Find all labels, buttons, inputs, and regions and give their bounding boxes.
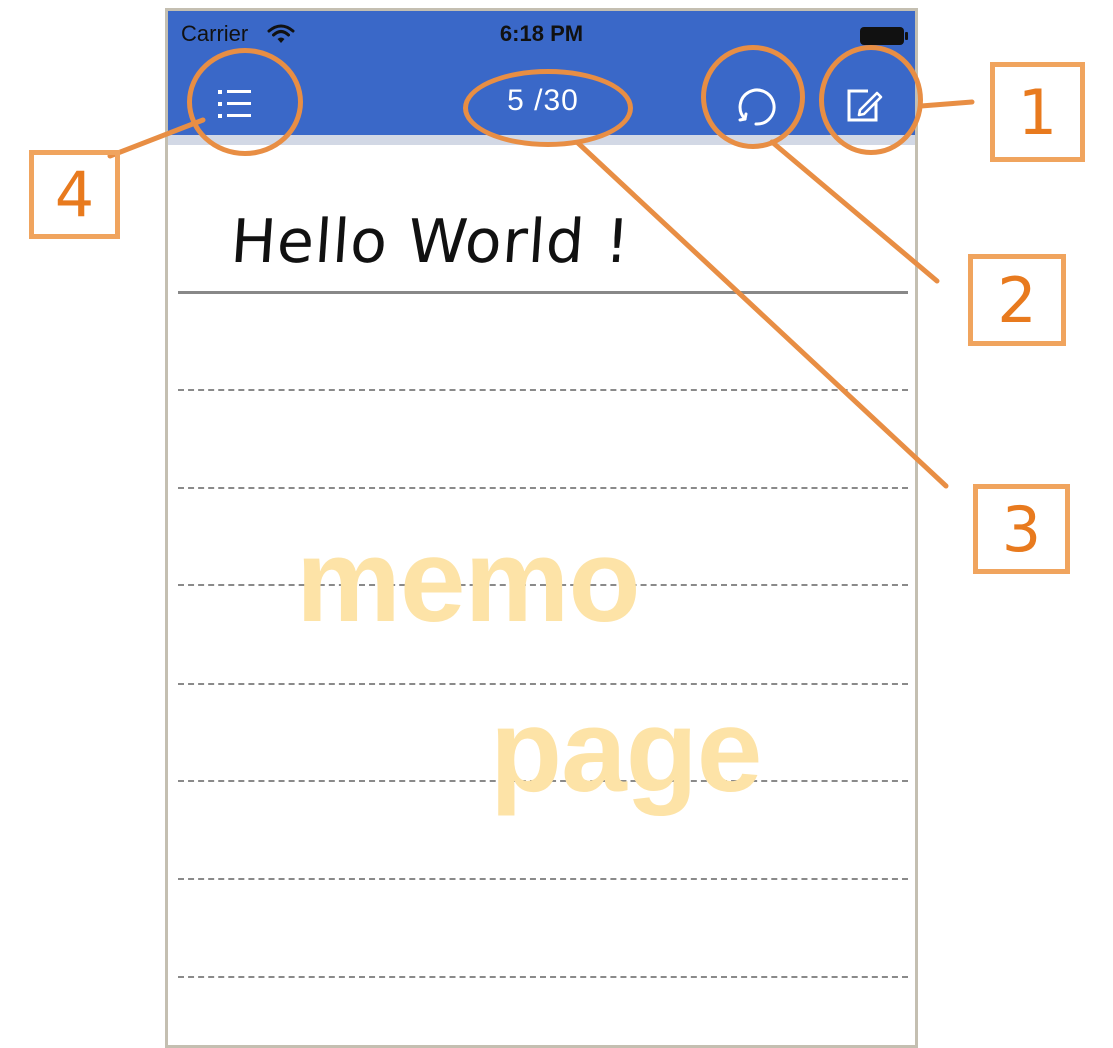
memo-page[interactable]: Hello World ! memo page bbox=[178, 145, 910, 1045]
memo-title[interactable]: Hello World ! bbox=[229, 207, 633, 277]
ruled-line bbox=[178, 878, 908, 880]
annotation-label-3: 3 bbox=[973, 484, 1070, 574]
title-underline bbox=[178, 291, 908, 294]
annotation-circle-2 bbox=[701, 45, 805, 149]
annotation-label-2: 2 bbox=[968, 254, 1066, 346]
status-bar: Carrier 6:18 PM bbox=[168, 11, 915, 57]
status-time: 6:18 PM bbox=[499, 21, 584, 46]
annotation-circle-1 bbox=[819, 45, 923, 155]
watermark-memo: memo bbox=[296, 515, 641, 647]
battery-icon bbox=[860, 27, 908, 45]
annotation-label-1: 1 bbox=[990, 62, 1085, 162]
annotation-circle-3 bbox=[463, 69, 633, 147]
ruled-line bbox=[178, 389, 908, 391]
phone-screen: Carrier 6:18 PM 5 /30 Hello World ! memo… bbox=[165, 8, 918, 1048]
annotation-circle-4 bbox=[187, 48, 303, 156]
watermark-page: page bbox=[490, 685, 762, 817]
annotation-label-4: 4 bbox=[29, 150, 120, 239]
ruled-line bbox=[178, 487, 908, 489]
ruled-line bbox=[178, 976, 908, 978]
